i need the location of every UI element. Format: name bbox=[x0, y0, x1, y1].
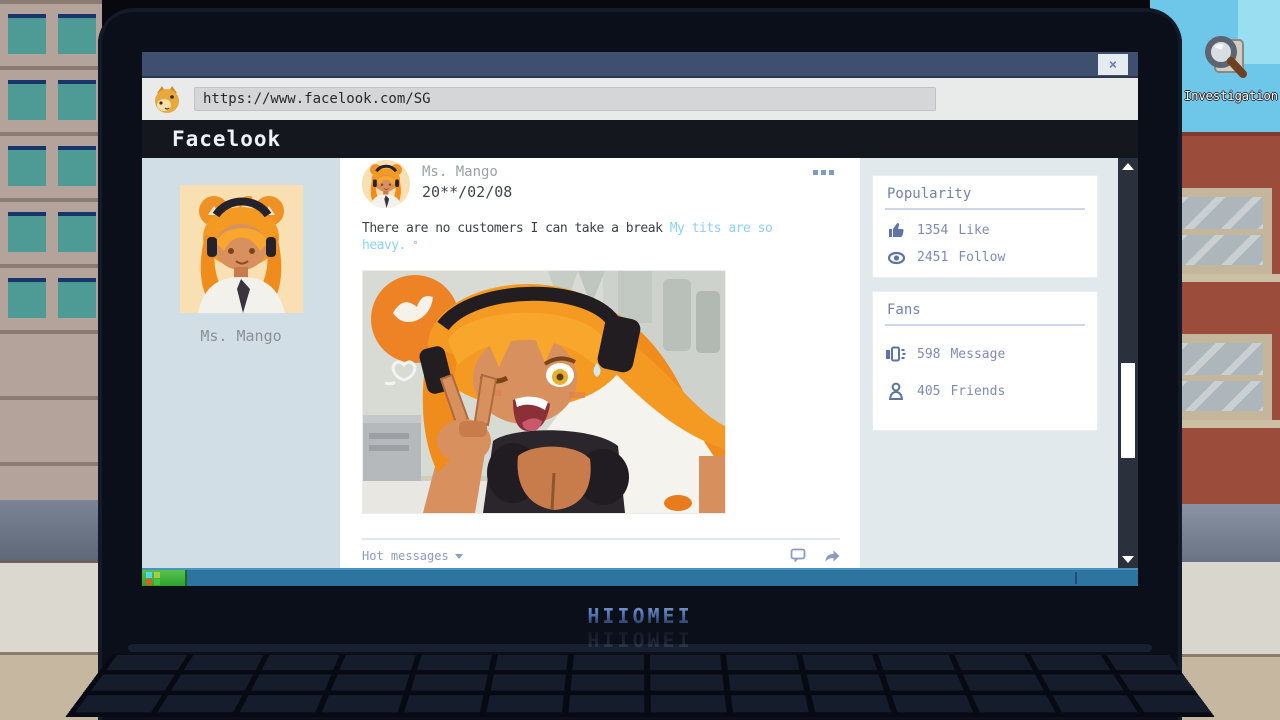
post-text-link[interactable]: My tits are so bbox=[670, 221, 773, 236]
message-stat[interactable]: 598 Message bbox=[885, 346, 1085, 362]
investigation-label: Investigation bbox=[1184, 89, 1264, 103]
right-rail: Popularity 1354 Like 2451 Follow bbox=[860, 158, 1118, 568]
post-avatar-image bbox=[362, 160, 410, 208]
follow-label: Follow bbox=[958, 250, 1005, 265]
building-window bbox=[1170, 334, 1272, 420]
close-button[interactable]: × bbox=[1098, 54, 1128, 75]
building-band bbox=[0, 500, 102, 560]
taskbar bbox=[142, 568, 1138, 586]
laptop-brand-reflection: HIIOMEI bbox=[0, 627, 1280, 651]
browser-window: × Facelook bbox=[142, 52, 1138, 586]
follow-stat[interactable]: 2451 Follow bbox=[885, 250, 1085, 265]
post: Ms. Mango 20**/02/08 There are no custom… bbox=[340, 158, 860, 514]
profile-name: Ms. Mango bbox=[142, 327, 340, 345]
friends-label: Friends bbox=[950, 384, 1005, 399]
address-bar bbox=[142, 78, 1138, 120]
like-label: Like bbox=[958, 223, 989, 238]
profile-sidebar: Ms. Mango bbox=[142, 158, 340, 568]
hot-messages-label: Hot messages bbox=[362, 549, 449, 563]
window-titlebar: × bbox=[142, 52, 1138, 78]
comment-button[interactable] bbox=[790, 548, 807, 564]
comment-icon bbox=[790, 548, 807, 564]
post-menu-button[interactable] bbox=[811, 168, 836, 177]
building-windows bbox=[58, 14, 96, 334]
follow-count: 2451 bbox=[917, 250, 948, 265]
site-title: Facelook bbox=[172, 127, 281, 151]
post-header: Ms. Mango 20**/02/08 bbox=[362, 160, 860, 208]
hot-messages-dropdown[interactable]: Hot messages bbox=[362, 549, 463, 563]
share-button[interactable] bbox=[823, 548, 840, 564]
scrollbar-thumb[interactable] bbox=[1121, 363, 1135, 458]
popularity-card: Popularity 1354 Like 2451 Follow bbox=[872, 175, 1098, 278]
fans-card: Fans 598 Message bbox=[872, 291, 1098, 431]
laptop-keyboard bbox=[65, 654, 1215, 717]
site-header: Facelook bbox=[142, 120, 1138, 158]
url-input[interactable] bbox=[194, 87, 936, 111]
post-author[interactable]: Ms. Mango bbox=[422, 164, 512, 180]
laptop-brand: HIIOMEI bbox=[0, 604, 1280, 628]
post-text-link-2[interactable]: heavy. bbox=[362, 238, 406, 253]
popularity-title: Popularity bbox=[885, 182, 1085, 210]
tray-divider bbox=[1075, 572, 1077, 584]
message-icon bbox=[885, 346, 907, 362]
post-date: 20**/02/08 bbox=[422, 183, 512, 201]
scroll-up-icon[interactable] bbox=[1122, 163, 1134, 170]
scrollbar[interactable] bbox=[1118, 158, 1138, 568]
post-text-plain: There are no customers I can take a brea… bbox=[362, 221, 670, 236]
fans-title: Fans bbox=[885, 298, 1085, 326]
post-meta: Ms. Mango 20**/02/08 bbox=[422, 160, 512, 208]
game-scene: Investigation HIIOMEI HIIOMEI × F bbox=[0, 0, 1280, 720]
post-text: There are no customers I can take a brea… bbox=[362, 220, 832, 254]
magnifier-icon bbox=[1197, 30, 1251, 84]
share-icon bbox=[823, 548, 840, 564]
laptop-brand-text: HIIOMEI bbox=[587, 604, 692, 628]
feed-column: Ms. Mango 20**/02/08 There are no custom… bbox=[340, 158, 860, 568]
post-divider bbox=[362, 538, 840, 540]
building-windows bbox=[8, 14, 46, 334]
thumbs-up-icon bbox=[885, 222, 907, 238]
post-footer: Hot messages bbox=[362, 548, 840, 564]
post-text-suffix: ° bbox=[406, 239, 418, 252]
post-image[interactable] bbox=[362, 270, 726, 514]
building-window bbox=[1170, 188, 1272, 274]
friends-count: 405 bbox=[917, 384, 940, 399]
start-button[interactable] bbox=[142, 570, 187, 586]
scroll-down-icon[interactable] bbox=[1122, 556, 1134, 563]
profile-photo[interactable] bbox=[180, 185, 303, 313]
page-content: Ms. Mango bbox=[142, 158, 1138, 568]
investigation-button[interactable]: Investigation bbox=[1184, 30, 1264, 103]
caret-down-icon bbox=[455, 554, 463, 559]
friends-stat[interactable]: 405 Friends bbox=[885, 382, 1085, 400]
doge-icon bbox=[152, 84, 182, 114]
message-count: 598 bbox=[917, 347, 940, 362]
message-label: Message bbox=[950, 347, 1005, 362]
eye-icon bbox=[885, 251, 907, 265]
person-icon bbox=[885, 382, 907, 400]
like-count: 1354 bbox=[917, 223, 948, 238]
like-stat[interactable]: 1354 Like bbox=[885, 222, 1085, 238]
post-avatar[interactable] bbox=[362, 160, 410, 208]
